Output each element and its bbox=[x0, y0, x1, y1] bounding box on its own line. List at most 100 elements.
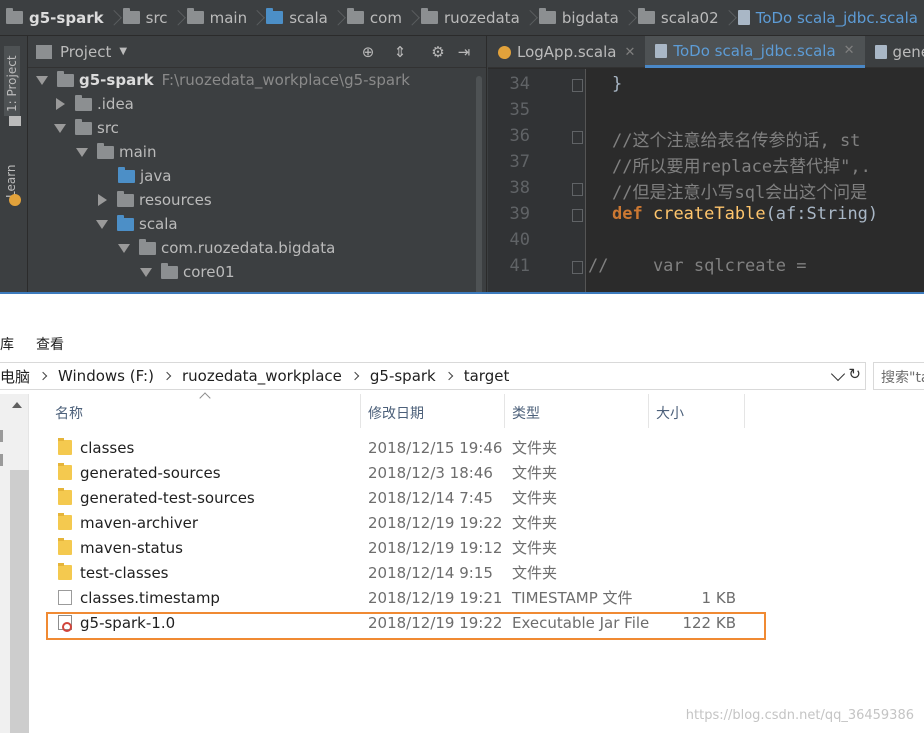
fold-marker-icon[interactable] bbox=[572, 131, 583, 144]
fold-marker-icon[interactable] bbox=[572, 209, 583, 222]
collapse-arrow-icon[interactable] bbox=[98, 194, 107, 206]
file-row-maven-archiver[interactable]: maven-archiver 2018/12/19 19:22 文件夹 bbox=[50, 510, 770, 535]
expand-arrow-icon[interactable] bbox=[36, 75, 48, 85]
fold-marker-icon[interactable] bbox=[572, 183, 583, 196]
fold-marker-icon[interactable] bbox=[572, 79, 583, 92]
expand-arrow-icon[interactable] bbox=[96, 219, 108, 229]
column-divider[interactable] bbox=[360, 394, 361, 428]
breadcrumb-scala02[interactable]: scala02 bbox=[637, 0, 725, 35]
project-view-selector[interactable]: Project bbox=[60, 43, 111, 61]
collapse-all-icon[interactable]: ⇕ bbox=[392, 44, 408, 60]
tab-learn-tool[interactable]: Learn bbox=[4, 152, 18, 198]
folder-icon bbox=[6, 8, 23, 24]
close-icon[interactable]: ✕ bbox=[624, 45, 635, 60]
package-icon bbox=[637, 8, 655, 24]
navigation-scrollbar[interactable] bbox=[10, 470, 29, 733]
scroll-up-icon[interactable] bbox=[12, 402, 22, 408]
chevron-right-icon[interactable] bbox=[162, 371, 172, 381]
address-segment-drive[interactable]: Windows (F:) bbox=[58, 367, 154, 385]
package-icon bbox=[161, 262, 178, 279]
project-panel: Project ▼ ⊕ ⇕ ⚙ ⇥ g5-spark F:\ruozedata_… bbox=[28, 36, 487, 292]
refresh-icon[interactable]: ↻ bbox=[848, 365, 861, 383]
file-row-classes[interactable]: classes 2018/12/15 19:46 文件夹 bbox=[50, 435, 770, 460]
chevron-right-icon[interactable] bbox=[444, 371, 453, 381]
column-header-date[interactable]: 修改日期 bbox=[368, 394, 424, 430]
file-row-maven-status[interactable]: maven-status 2018/12/19 19:12 文件夹 bbox=[50, 535, 770, 560]
folder-icon bbox=[122, 8, 140, 24]
code-line[interactable]: //所以要用replace去替代掉",. bbox=[612, 152, 871, 177]
chevron-down-icon[interactable]: ▼ bbox=[119, 46, 127, 57]
column-divider[interactable] bbox=[648, 394, 649, 428]
address-segment-workplace[interactable]: ruozedata_workplace bbox=[182, 367, 342, 385]
breadcrumb-project[interactable]: g5-spark bbox=[6, 0, 110, 35]
column-divider[interactable] bbox=[744, 394, 745, 428]
package-icon bbox=[538, 8, 556, 24]
tree-node-package[interactable]: com.ruozedata.bigdata bbox=[118, 236, 335, 260]
tree-node-main[interactable]: main bbox=[76, 140, 156, 164]
tab-todo-scala-jdbc[interactable]: ToDo scala_jdbc.scala ✕ bbox=[645, 36, 865, 68]
breadcrumb-com[interactable]: com bbox=[346, 0, 408, 35]
file-row-classes-timestamp[interactable]: classes.timestamp 2018/12/19 19:21 TIMES… bbox=[50, 585, 770, 610]
code-line[interactable]: var sqlcreate = bbox=[612, 256, 807, 276]
tree-node-g5-spark[interactable]: g5-spark F:\ruozedata_workplace\g5-spark bbox=[36, 68, 410, 92]
code-line[interactable]: } bbox=[612, 74, 622, 94]
code-line[interactable]: //这个注意给表名传参的话, st bbox=[612, 126, 860, 151]
code-line[interactable]: //但是注意小写sql会出这个问是 bbox=[612, 178, 867, 203]
ribbon-tab-library[interactable]: 库 bbox=[0, 334, 14, 354]
tab-project-tool[interactable]: 1: Project bbox=[4, 46, 20, 116]
column-header-size[interactable]: 大小 bbox=[656, 394, 684, 430]
chevron-right-icon bbox=[625, 0, 632, 35]
chevron-right-icon bbox=[110, 0, 117, 35]
file-row-generated-sources[interactable]: generated-sources 2018/12/3 18:46 文件夹 bbox=[50, 460, 770, 485]
chevron-right-icon bbox=[253, 0, 260, 35]
locate-icon[interactable]: ⊕ bbox=[360, 44, 376, 60]
tree-node-resources[interactable]: resources bbox=[96, 188, 212, 212]
address-bar[interactable]: 电脑 Windows (F:) ruozedata_workplace g5-s… bbox=[0, 362, 866, 390]
tree-node-idea[interactable]: .idea bbox=[54, 92, 134, 116]
column-divider[interactable] bbox=[504, 394, 505, 428]
address-segment-target[interactable]: target bbox=[464, 367, 510, 385]
line-number: 37 bbox=[509, 152, 530, 172]
tree-node-core01[interactable]: core01 bbox=[140, 260, 235, 284]
column-header-name[interactable]: 名称 bbox=[55, 394, 83, 430]
expand-arrow-icon[interactable] bbox=[76, 147, 88, 157]
package-icon bbox=[346, 8, 364, 24]
editor-tab-bar: LogApp.scala ✕ ToDo scala_jdbc.scala ✕ g… bbox=[488, 36, 924, 68]
search-input[interactable]: 搜索"ta bbox=[873, 362, 924, 390]
tab-generated[interactable]: generat bbox=[865, 36, 924, 68]
tree-node-java[interactable]: java bbox=[118, 164, 171, 188]
expand-arrow-icon[interactable] bbox=[140, 267, 152, 277]
chevron-right-icon[interactable] bbox=[38, 371, 48, 381]
expand-arrow-icon[interactable] bbox=[54, 123, 66, 133]
tree-node-src[interactable]: src bbox=[54, 116, 119, 140]
file-row-generated-test-sources[interactable]: generated-test-sources 2018/12/14 7:45 文… bbox=[50, 485, 770, 510]
breadcrumb-src[interactable]: src bbox=[122, 0, 174, 35]
chevron-down-icon[interactable] bbox=[830, 366, 846, 382]
breadcrumb-file[interactable]: ToDo scala_jdbc.scala bbox=[737, 0, 924, 35]
address-segment-this-pc[interactable]: 电脑 bbox=[0, 366, 30, 387]
tree-node-scala[interactable]: scala bbox=[96, 212, 178, 236]
file-row-test-classes[interactable]: test-classes 2018/12/14 9:15 文件夹 bbox=[50, 560, 770, 585]
hide-panel-icon[interactable]: ⇥ bbox=[456, 44, 472, 60]
folder-icon bbox=[58, 438, 72, 455]
code-line[interactable]: def createTable(af:String) bbox=[612, 204, 878, 224]
learn-icon bbox=[9, 194, 21, 206]
expand-arrow-icon[interactable] bbox=[118, 243, 130, 253]
gear-icon[interactable]: ⚙ bbox=[430, 44, 446, 60]
tab-logapp[interactable]: LogApp.scala ✕ bbox=[488, 36, 645, 68]
nav-item-marker bbox=[0, 454, 3, 466]
chevron-right-icon[interactable] bbox=[350, 371, 360, 381]
folder-icon bbox=[186, 8, 204, 24]
fold-marker-icon[interactable] bbox=[572, 261, 583, 274]
project-scrollbar[interactable] bbox=[476, 76, 482, 292]
column-header-type[interactable]: 类型 bbox=[512, 394, 540, 430]
collapse-arrow-icon[interactable] bbox=[56, 98, 65, 110]
breadcrumb-ruozedata[interactable]: ruozedata bbox=[421, 0, 526, 35]
breadcrumb-main[interactable]: main bbox=[186, 0, 253, 35]
address-segment-g5-spark[interactable]: g5-spark bbox=[370, 367, 436, 385]
ribbon-tab-view[interactable]: 查看 bbox=[36, 334, 64, 354]
project-panel-header: Project ▼ ⊕ ⇕ ⚙ ⇥ bbox=[28, 36, 486, 68]
breadcrumb-scala[interactable]: scala bbox=[266, 0, 334, 35]
close-icon[interactable]: ✕ bbox=[844, 43, 855, 58]
breadcrumb-bigdata[interactable]: bigdata bbox=[538, 0, 625, 35]
